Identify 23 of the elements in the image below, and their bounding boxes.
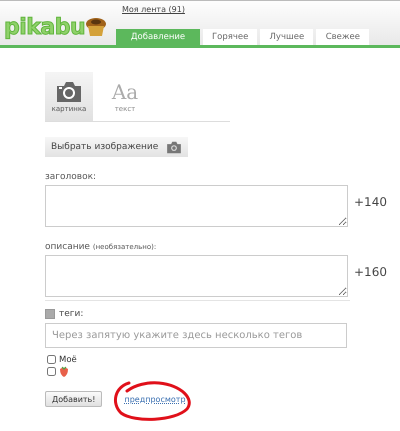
checkbox-label: Моё (59, 354, 77, 364)
nav-tab[interactable]: Лучшее (260, 29, 314, 45)
camera-icon (55, 80, 83, 102)
strawberry-icon (59, 366, 69, 377)
tags-label: теги: (59, 309, 84, 319)
character-counter: +140 (354, 195, 387, 209)
checkbox[interactable] (47, 355, 56, 364)
text-area[interactable] (45, 185, 348, 227)
preview-link[interactable]: предпросмотр (124, 394, 186, 404)
text-icon: Aa (112, 80, 138, 102)
character-counter: +160 (354, 265, 387, 279)
text-area[interactable] (45, 255, 348, 297)
help-icon[interactable] (45, 309, 55, 319)
tags-input[interactable]: Через запятую укажите здесь несколько тегов (45, 323, 347, 348)
feed-link[interactable]: Моя лента (91) (122, 5, 370, 14)
camera-icon (166, 140, 182, 154)
checkbox[interactable] (47, 367, 56, 376)
choose-image-button[interactable]: Выбрать изображение (45, 137, 188, 157)
field-label: заголовок: (45, 172, 98, 182)
muffin-icon (85, 17, 108, 37)
nav-tab[interactable]: Горячее (203, 29, 258, 45)
nav-tab[interactable]: Свежее (316, 29, 370, 45)
submit-button[interactable]: Добавить! (45, 391, 102, 407)
